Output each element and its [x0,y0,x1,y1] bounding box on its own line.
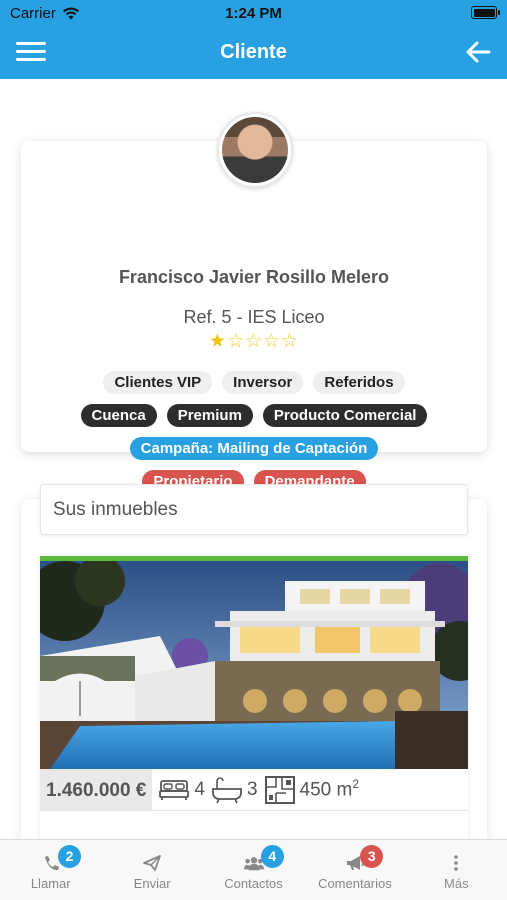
star-empty-icon: ☆☆☆☆ [226,331,300,352]
content-area[interactable]: Francisco Javier Rosillo Melero Ref. 5 -… [0,79,507,839]
tab-comentarios[interactable]: Comentarios 3 [304,840,405,900]
tab-mas-label: Más [444,876,469,891]
area-feature: 450 m2 [264,775,360,805]
property-image [40,561,468,769]
bed-icon [159,779,190,800]
page-title: Cliente [220,41,287,63]
carrier-label: Carrier [10,4,56,22]
floorplan-icon [264,775,295,804]
status-bar: Carrier 1:24 PM [0,0,507,26]
tag-premium[interactable]: Premium [166,404,253,427]
nav-bar: Cliente [0,26,507,79]
wifi-icon [62,7,79,19]
bedrooms-feature: 4 [158,775,205,805]
tab-mas[interactable]: Más [406,840,507,900]
hamburger-icon [16,42,46,45]
client-reference: Ref. 5 - IES Liceo [183,307,325,327]
send-icon [143,855,162,871]
tag-campaign[interactable]: Campaña: Mailing de Captación [129,437,379,460]
tag-row-1: Clientes VIP Inversor Referidos [21,371,487,394]
tab-comentarios-label: Comentarios [318,876,392,891]
tab-llamar[interactable]: Llamar 2 [0,840,101,900]
property-price: 1.460.000 € [40,768,153,811]
more-icon [454,855,459,871]
tab-contactos[interactable]: Contactos 4 [203,840,304,900]
property-card[interactable]: 1.460.000 € 4 3 450 m2 [40,556,468,839]
tab-llamar-label: Llamar [30,876,71,891]
tab-enviar-label: Enviar [133,876,171,891]
property-info-bar: 1.460.000 € 4 3 450 m2 [40,768,468,811]
bedrooms-count: 4 [194,778,205,800]
tag-inversor[interactable]: Inversor [222,371,304,394]
hamburger-icon-line [16,50,46,53]
tag-row-3: Campaña: Mailing de Captación [21,437,487,460]
tag-row-2: Cuenca Premium Producto Comercial [21,404,487,427]
comments-badge: 3 [360,845,384,868]
bathrooms-feature: 3 [211,775,258,805]
area-value: 450 m2 [300,777,360,801]
bottom-tab-bar: Llamar 2 Enviar Contactos 4 Comentarios … [0,839,507,900]
carrier-info: Carrier [10,5,80,22]
hamburger-menu-button[interactable] [16,42,46,62]
contacts-badge: 4 [260,845,284,868]
back-arrow-icon[interactable] [465,39,491,65]
properties-header: Sus inmuebles [40,484,468,535]
tag-producto-comercial[interactable]: Producto Comercial [262,404,428,427]
hamburger-icon-line [16,58,46,61]
tag-cuenca[interactable]: Cuenca [80,404,157,427]
tag-clientes-vip[interactable]: Clientes VIP [103,371,213,394]
area-number: 450 m [299,779,353,801]
tab-contactos-label: Contactos [224,876,283,891]
property-photo[interactable] [40,561,468,769]
area-unit-superscript: 2 [352,777,360,792]
battery-icon [471,6,500,19]
rating-stars: ★☆☆☆☆ [21,330,487,353]
calls-badge: 2 [58,845,81,868]
avatar[interactable] [217,112,293,188]
bathrooms-count: 3 [246,778,258,800]
bathtub-icon [212,776,242,803]
client-name: Francisco Javier Rosillo Melero [118,267,390,287]
tab-enviar[interactable]: Enviar [101,840,202,900]
star-filled-icon: ★ [208,331,227,352]
avatar-photo [222,117,288,183]
tag-referidos[interactable]: Referidos [313,371,405,394]
